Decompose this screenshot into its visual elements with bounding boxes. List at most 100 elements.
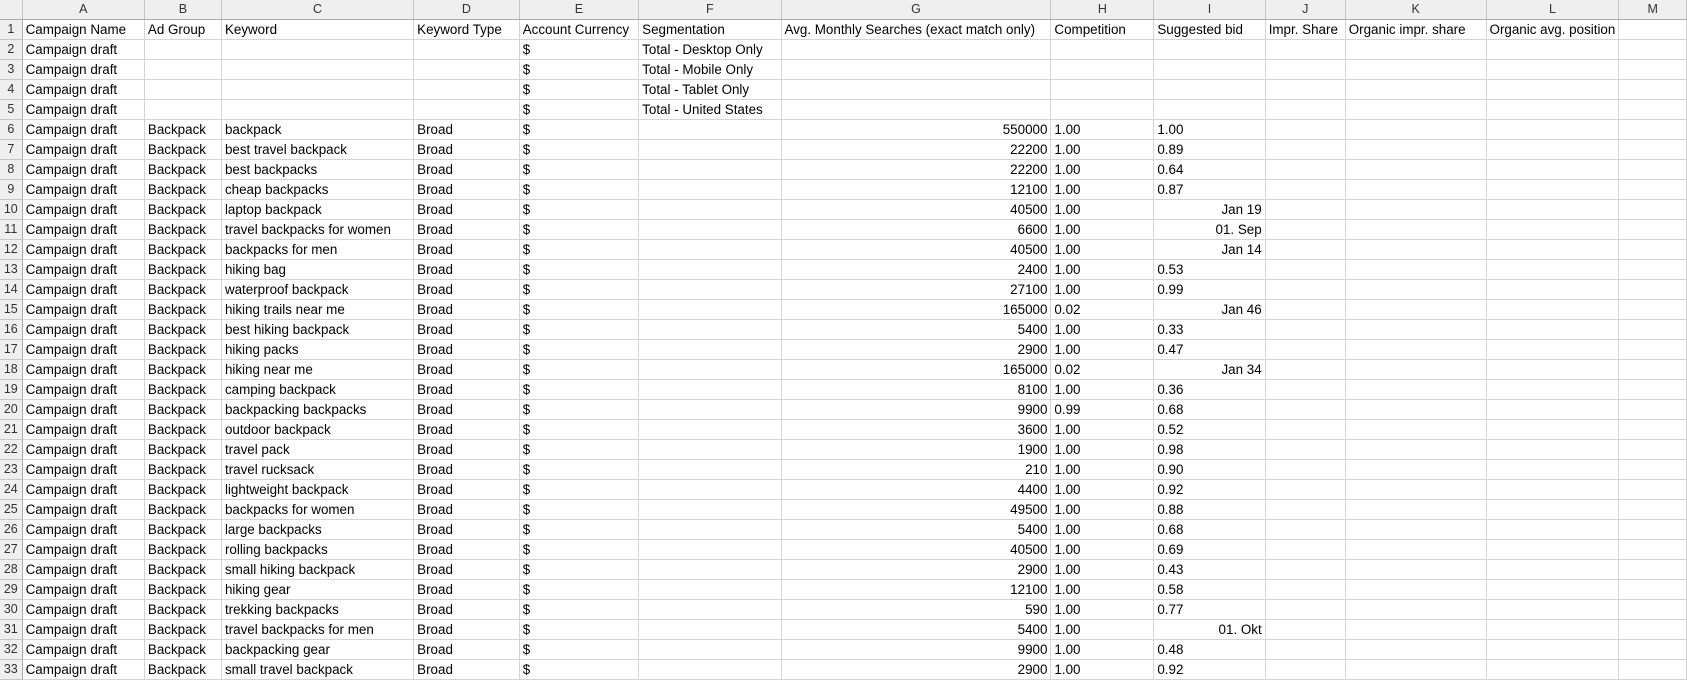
organic-impr-share-cell[interactable] bbox=[1345, 479, 1487, 500]
organic-impr-share-cell[interactable] bbox=[1345, 119, 1487, 140]
ad-group-cell[interactable] bbox=[144, 99, 222, 120]
currency-cell[interactable]: $ bbox=[519, 159, 640, 180]
campaign-name-cell[interactable]: Campaign draft bbox=[22, 139, 145, 160]
suggested-bid-cell[interactable]: Jan 34 bbox=[1153, 359, 1266, 380]
keyword-cell[interactable]: best hiking backpack bbox=[221, 319, 415, 340]
header-cell-competition[interactable]: Competition bbox=[1050, 19, 1155, 40]
row-header[interactable]: 2 bbox=[0, 39, 23, 60]
organic-avg-position-cell[interactable] bbox=[1486, 319, 1620, 340]
avg-monthly-searches-cell[interactable]: 22200 bbox=[781, 159, 1052, 180]
organic-impr-share-cell[interactable] bbox=[1345, 539, 1487, 560]
column-m-cell[interactable] bbox=[1618, 399, 1687, 420]
keyword-type-cell[interactable]: Broad bbox=[413, 659, 520, 680]
avg-monthly-searches-cell[interactable]: 27100 bbox=[781, 279, 1052, 300]
organic-avg-position-cell[interactable] bbox=[1486, 639, 1620, 660]
segmentation-cell[interactable] bbox=[638, 499, 782, 520]
column-header[interactable]: I bbox=[1153, 0, 1266, 20]
row-header[interactable]: 10 bbox=[0, 199, 23, 220]
ad-group-cell[interactable] bbox=[144, 39, 222, 60]
currency-cell[interactable]: $ bbox=[519, 299, 640, 320]
keyword-type-cell[interactable]: Broad bbox=[413, 499, 520, 520]
campaign-name-cell[interactable]: Campaign draft bbox=[22, 79, 145, 100]
segmentation-cell[interactable] bbox=[638, 199, 782, 220]
currency-cell[interactable]: $ bbox=[519, 259, 640, 280]
row-header[interactable]: 8 bbox=[0, 159, 23, 180]
row-header[interactable]: 29 bbox=[0, 579, 23, 600]
row-header[interactable]: 19 bbox=[0, 379, 23, 400]
organic-avg-position-cell[interactable] bbox=[1486, 559, 1620, 580]
currency-cell[interactable]: $ bbox=[519, 339, 640, 360]
header-cell-organic-avg-position[interactable]: Organic avg. position bbox=[1486, 19, 1620, 40]
column-header[interactable]: F bbox=[638, 0, 782, 20]
currency-cell[interactable]: $ bbox=[519, 459, 640, 480]
suggested-bid-cell[interactable]: 0.58 bbox=[1153, 579, 1266, 600]
competition-cell[interactable]: 1.00 bbox=[1050, 379, 1155, 400]
organic-impr-share-cell[interactable] bbox=[1345, 59, 1487, 80]
competition-cell[interactable]: 1.00 bbox=[1050, 639, 1155, 660]
avg-monthly-searches-cell[interactable]: 22200 bbox=[781, 139, 1052, 160]
ad-group-cell[interactable]: Backpack bbox=[144, 619, 222, 640]
column-m-cell[interactable] bbox=[1618, 519, 1687, 540]
segmentation-cell[interactable] bbox=[638, 399, 782, 420]
column-m-cell[interactable] bbox=[1618, 79, 1687, 100]
impr-share-cell[interactable] bbox=[1265, 339, 1346, 360]
avg-monthly-searches-cell[interactable]: 550000 bbox=[781, 119, 1052, 140]
segmentation-cell[interactable] bbox=[638, 479, 782, 500]
campaign-name-cell[interactable]: Campaign draft bbox=[22, 59, 145, 80]
impr-share-cell[interactable] bbox=[1265, 479, 1346, 500]
impr-share-cell[interactable] bbox=[1265, 559, 1346, 580]
keyword-cell[interactable]: best backpacks bbox=[221, 159, 415, 180]
header-cell-suggested-bid[interactable]: Suggested bid bbox=[1153, 19, 1266, 40]
currency-cell[interactable]: $ bbox=[519, 499, 640, 520]
column-header[interactable]: G bbox=[781, 0, 1052, 20]
currency-cell[interactable]: $ bbox=[519, 479, 640, 500]
suggested-bid-cell[interactable]: 0.53 bbox=[1153, 259, 1266, 280]
currency-cell[interactable]: $ bbox=[519, 179, 640, 200]
suggested-bid-cell[interactable]: 0.99 bbox=[1153, 279, 1266, 300]
column-header[interactable]: E bbox=[519, 0, 640, 20]
keyword-type-cell[interactable]: Broad bbox=[413, 139, 520, 160]
suggested-bid-cell[interactable]: 0.36 bbox=[1153, 379, 1266, 400]
organic-impr-share-cell[interactable] bbox=[1345, 199, 1487, 220]
avg-monthly-searches-cell[interactable]: 590 bbox=[781, 599, 1052, 620]
currency-cell[interactable]: $ bbox=[519, 579, 640, 600]
competition-cell[interactable]: 1.00 bbox=[1050, 519, 1155, 540]
campaign-name-cell[interactable]: Campaign draft bbox=[22, 179, 145, 200]
column-m-cell[interactable] bbox=[1618, 419, 1687, 440]
segmentation-cell[interactable] bbox=[638, 419, 782, 440]
keyword-cell[interactable]: hiking trails near me bbox=[221, 299, 415, 320]
column-m-cell[interactable] bbox=[1618, 39, 1687, 60]
column-m-cell[interactable] bbox=[1618, 279, 1687, 300]
suggested-bid-cell[interactable]: 0.52 bbox=[1153, 419, 1266, 440]
currency-cell[interactable]: $ bbox=[519, 119, 640, 140]
ad-group-cell[interactable]: Backpack bbox=[144, 399, 222, 420]
select-all-corner[interactable] bbox=[0, 0, 23, 20]
organic-impr-share-cell[interactable] bbox=[1345, 219, 1487, 240]
suggested-bid-cell[interactable]: 0.87 bbox=[1153, 179, 1266, 200]
ad-group-cell[interactable]: Backpack bbox=[144, 119, 222, 140]
row-header[interactable]: 5 bbox=[0, 99, 23, 120]
avg-monthly-searches-cell[interactable]: 5400 bbox=[781, 619, 1052, 640]
competition-cell[interactable]: 1.00 bbox=[1050, 159, 1155, 180]
row-header[interactable]: 15 bbox=[0, 299, 23, 320]
suggested-bid-cell[interactable]: 1.00 bbox=[1153, 119, 1266, 140]
ad-group-cell[interactable]: Backpack bbox=[144, 279, 222, 300]
competition-cell[interactable] bbox=[1050, 99, 1155, 120]
organic-avg-position-cell[interactable] bbox=[1486, 99, 1620, 120]
organic-avg-position-cell[interactable] bbox=[1486, 659, 1620, 680]
competition-cell[interactable]: 1.00 bbox=[1050, 279, 1155, 300]
organic-impr-share-cell[interactable] bbox=[1345, 239, 1487, 260]
suggested-bid-cell[interactable]: 0.33 bbox=[1153, 319, 1266, 340]
column-m-cell[interactable] bbox=[1618, 559, 1687, 580]
currency-cell[interactable]: $ bbox=[519, 239, 640, 260]
segmentation-cell[interactable]: Total - Desktop Only bbox=[638, 39, 782, 60]
campaign-name-cell[interactable]: Campaign draft bbox=[22, 399, 145, 420]
keyword-cell[interactable]: outdoor backpack bbox=[221, 419, 415, 440]
currency-cell[interactable]: $ bbox=[519, 379, 640, 400]
organic-avg-position-cell[interactable] bbox=[1486, 519, 1620, 540]
ad-group-cell[interactable]: Backpack bbox=[144, 159, 222, 180]
avg-monthly-searches-cell[interactable]: 5400 bbox=[781, 519, 1052, 540]
suggested-bid-cell[interactable]: 0.47 bbox=[1153, 339, 1266, 360]
segmentation-cell[interactable] bbox=[638, 279, 782, 300]
column-header[interactable]: K bbox=[1345, 0, 1487, 20]
